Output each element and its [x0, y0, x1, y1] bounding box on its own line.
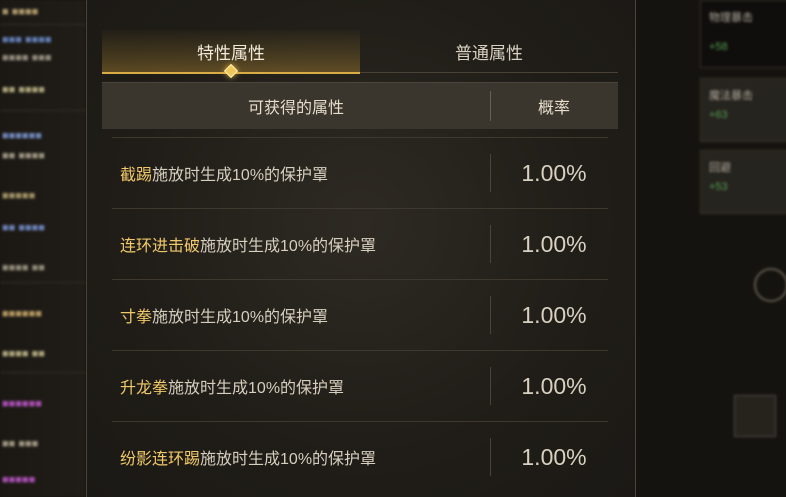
stat-card: 物理暴击 +58 [700, 0, 786, 68]
attribute-cell: 纷影连环踢 施放时生成10%的保护罩 [120, 422, 376, 492]
blurred-text: ■■ ■■■■ [2, 150, 45, 162]
blurred-text: ■■ ■■■ [2, 438, 39, 450]
blurred-text: ■■■ ■■■■ [2, 34, 52, 46]
effect-text: 施放时生成10%的保护罩 [168, 380, 345, 397]
blurred-text: ■■■■■ [2, 190, 36, 202]
attribute-cell: 截踢 施放时生成10%的保护罩 [120, 138, 328, 208]
blurred-text: ■■■■■■ [2, 308, 42, 320]
column-header-attribute: 可获得的属性 [247, 100, 344, 117]
table-row: 连环进击破 施放时生成10%的保护罩 1.00% [112, 208, 608, 279]
blurred-text: ■ ■■■■ [2, 6, 39, 18]
table-row: 纷影连环踢 施放时生成10%的保护罩 1.00% [112, 421, 608, 492]
stat-card: 回避 +53 [700, 150, 786, 214]
rate-cell: 1.00% [521, 159, 587, 186]
attribute-probability-panel: 特性属性 普通属性 可获得的属性 概率 截踢 施放时生成10%的保护罩 1.00% [86, 0, 636, 497]
effect-text: 施放时生成10%的保护罩 [152, 167, 329, 184]
tab-label: 普通属性 [455, 43, 523, 63]
attribute-cell: 寸拳 施放时生成10%的保护罩 [120, 280, 328, 350]
rate-cell: 1.00% [521, 443, 587, 470]
background-left-blurred: ■ ■■■■ ■■■ ■■■■ ■■■■ ■■■ ■■ ■■■■ ■■■■■■ … [0, 0, 86, 497]
blurred-text: ■■■■ ■■ [2, 262, 45, 274]
tab-bar: 特性属性 普通属性 [102, 30, 618, 79]
rate-cell: 1.00% [521, 301, 587, 328]
tab-normal-attributes[interactable]: 普通属性 [360, 30, 618, 73]
blurred-text: ■■■■■ [2, 474, 36, 486]
skill-name: 截踢 [120, 167, 153, 184]
table-header: 可获得的属性 概率 [102, 82, 618, 129]
effect-text: 施放时生成10%的保护罩 [152, 309, 329, 326]
background-right-blurred: 物理暴击 +58 魔法暴击 +63 回避 +53 [634, 0, 786, 497]
stat-card: 魔法暴击 +63 [700, 78, 786, 142]
stat-label: 回避 [709, 162, 731, 174]
table-row: 寸拳 施放时生成10%的保护罩 1.00% [112, 279, 608, 350]
table-row: 截踢 施放时生成10%的保护罩 1.00% [112, 137, 608, 208]
skill-name: 升龙拳 [120, 380, 169, 397]
column-header-rate: 概率 [537, 100, 570, 117]
table-row: 升龙拳 施放时生成10%的保护罩 1.00% [112, 350, 608, 421]
skill-name: 寸拳 [120, 309, 153, 326]
stat-value: +63 [709, 109, 728, 121]
rate-cell: 1.00% [521, 230, 587, 257]
skill-name: 连环进击破 [120, 238, 201, 255]
stat-label: 魔法暴击 [709, 90, 753, 102]
stat-value: +53 [709, 181, 728, 193]
attribute-table: 可获得的属性 概率 截踢 施放时生成10%的保护罩 1.00% 连环进击破 施放时生… [102, 82, 618, 492]
blurred-text: ■■■■■■ [2, 130, 42, 142]
skill-name: 纷影连环踢 [120, 451, 201, 468]
effect-text: 施放时生成10%的保护罩 [200, 451, 377, 468]
hand-cursor-icon [734, 395, 776, 437]
blurred-text: ■■■■■■ [2, 398, 42, 410]
rate-cell: 1.00% [521, 372, 587, 399]
stat-label: 物理暴击 [709, 12, 753, 24]
attribute-cell: 升龙拳 施放时生成10%的保护罩 [120, 351, 344, 421]
effect-text: 施放时生成10%的保护罩 [200, 238, 377, 255]
blurred-text: ■■■■ ■■■ [2, 52, 52, 64]
circle-icon [754, 268, 786, 302]
game-screen: ■ ■■■■ ■■■ ■■■■ ■■■■ ■■■ ■■ ■■■■ ■■■■■■ … [0, 0, 786, 497]
attribute-cell: 连环进击破 施放时生成10%的保护罩 [120, 209, 376, 279]
stat-value: +58 [709, 41, 728, 53]
blurred-text: ■■ ■■■■ [2, 84, 45, 96]
tab-label: 特性属性 [197, 43, 265, 63]
blurred-text: ■■■■ ■■ [2, 348, 45, 360]
blurred-text: ■■ ■■■■ [2, 222, 45, 234]
